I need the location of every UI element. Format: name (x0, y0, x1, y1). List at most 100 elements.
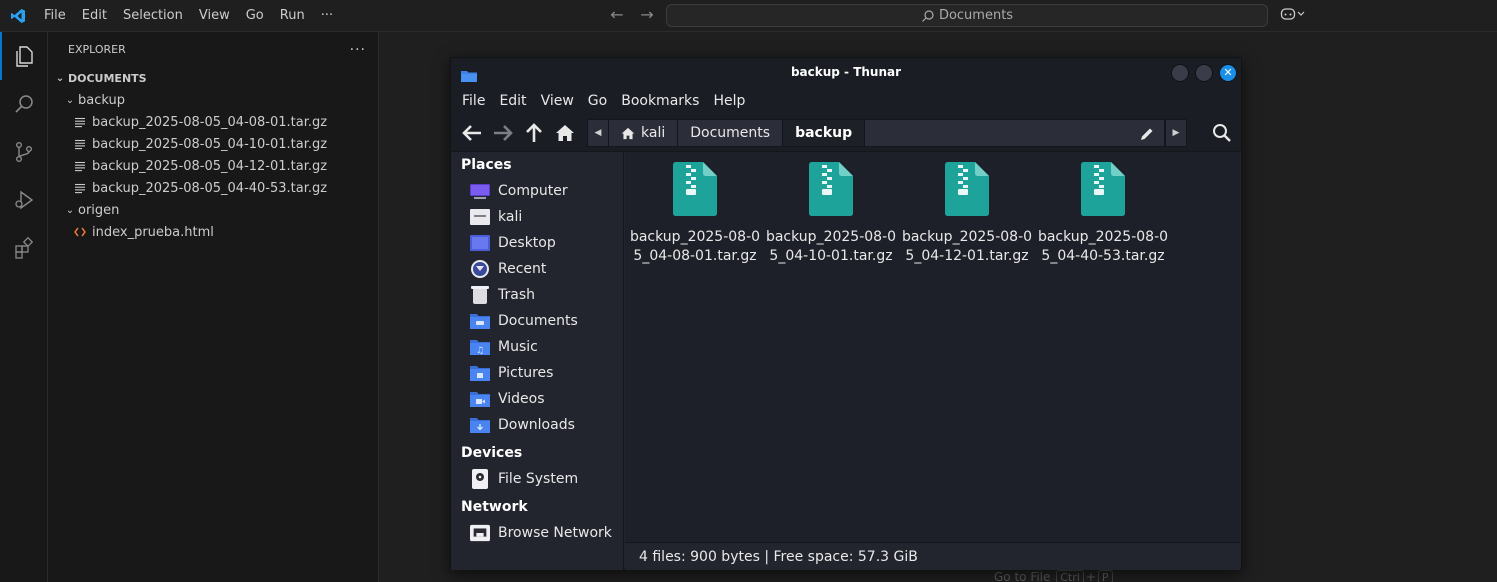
place-label: Documents (498, 313, 578, 329)
thunar-toolbar: ◀ kali Documents backup ▶ (451, 114, 1241, 152)
command-center-label: Documents (938, 8, 1014, 23)
thunar-menu-file[interactable]: File (455, 93, 492, 109)
extensions-icon[interactable] (0, 224, 48, 272)
file-lines-icon (72, 161, 88, 172)
close-button[interactable]: ✕ (1219, 64, 1237, 82)
file-view[interactable]: backup_2025-08-05_04-08-01.tar.gz backup_… (625, 152, 1240, 542)
place-item-browse-network[interactable]: Browse Network (451, 520, 623, 546)
forward-button[interactable] (490, 120, 516, 146)
back-arrow-icon[interactable]: ← (606, 4, 628, 26)
place-item-documents[interactable]: Documents (451, 308, 623, 334)
menu-file[interactable]: File (36, 5, 74, 27)
maximize-button[interactable] (1195, 64, 1213, 82)
tree-item-label: backup_2025-08-05_04-40-53.tar.gz (92, 180, 328, 196)
tree-file[interactable]: backup_2025-08-05_04-08-01.tar.gz (48, 111, 378, 133)
archive-file-icon (945, 162, 989, 216)
file-name: backup_2025-08-05_04-08-01.tar.gz (629, 229, 761, 264)
path-scroll-right-icon[interactable]: ▶ (1165, 119, 1187, 147)
tree-folder[interactable]: ⌄ backup (48, 89, 378, 111)
archive-file-icon (673, 162, 717, 216)
file-item[interactable]: backup_2025-08-05_04-08-01.tar.gz (628, 162, 762, 266)
path-scroll-left-icon[interactable]: ◀ (587, 119, 609, 147)
thunar-menu-help[interactable]: Help (706, 93, 752, 109)
place-label: kali (498, 209, 523, 225)
place-label: Trash (498, 287, 535, 303)
copilot-icon[interactable] (1280, 6, 1306, 26)
command-center[interactable]: Documents (666, 4, 1268, 27)
tree-file[interactable]: index_prueba.html (48, 221, 378, 243)
file-name: backup_2025-08-05_04-10-01.tar.gz (765, 229, 897, 264)
menu-edit[interactable]: Edit (74, 5, 115, 27)
pictures-folder-icon (470, 363, 490, 383)
tree-file[interactable]: backup_2025-08-05_04-12-01.tar.gz (48, 155, 378, 177)
workspace-section[interactable]: ⌄ DOCUMENTS (48, 67, 378, 89)
file-item[interactable]: backup_2025-08-05_04-12-01.tar.gz (900, 162, 1034, 266)
place-item-file-system[interactable]: File System (451, 466, 623, 492)
downloads-folder-icon (470, 415, 490, 435)
explorer-icon[interactable] (0, 32, 48, 80)
place-item-kali[interactable]: kali (451, 204, 623, 230)
menu-more[interactable]: ··· (313, 5, 341, 27)
file-item[interactable]: backup_2025-08-05_04-40-53.tar.gz (1036, 162, 1170, 266)
place-item-music[interactable]: ♫ Music (451, 334, 623, 360)
place-label: Pictures (498, 365, 554, 381)
search-view-icon[interactable] (0, 80, 48, 128)
tree-item-label: origen (78, 202, 120, 218)
place-item-desktop[interactable]: Desktop (451, 230, 623, 256)
place-label: Recent (498, 261, 547, 277)
tree-folder[interactable]: ⌄ origen (48, 199, 378, 221)
menu-go[interactable]: Go (238, 5, 272, 27)
place-label: Desktop (498, 235, 556, 251)
explorer-more-button[interactable]: ··· (350, 42, 366, 58)
places-heading: Places (461, 157, 512, 173)
thunar-title: backup - Thunar (790, 65, 902, 79)
place-item-pictures[interactable]: Pictures (451, 360, 623, 386)
tree-file[interactable]: backup_2025-08-05_04-10-01.tar.gz (48, 133, 378, 155)
thunar-titlebar[interactable]: backup - Thunar ✕ (451, 58, 1241, 88)
svg-text:♫: ♫ (476, 346, 484, 355)
thunar-window: backup - Thunar ✕ File Edit View Go Book… (450, 57, 1242, 570)
forward-arrow-icon[interactable]: → (636, 4, 658, 26)
pencil-icon[interactable] (1140, 126, 1154, 145)
goto-file-label: Go to File (994, 570, 1051, 582)
minimize-button[interactable] (1171, 64, 1189, 82)
thunar-menu-edit[interactable]: Edit (492, 93, 533, 109)
status-bar: 4 files: 900 bytes | Free space: 57.3 Gi… (625, 542, 1240, 570)
thunar-menubar: File Edit View Go Bookmarks Help (451, 88, 1241, 114)
menu-run[interactable]: Run (272, 5, 313, 27)
desktop-icon (470, 233, 490, 253)
place-item-videos[interactable]: Videos (451, 386, 623, 412)
crumb-backup[interactable]: backup (783, 119, 866, 147)
chevron-down-icon: ⌄ (55, 72, 65, 84)
thunar-menu-view[interactable]: View (534, 93, 581, 109)
crumb-kali[interactable]: kali (609, 119, 679, 147)
file-item[interactable]: backup_2025-08-05_04-10-01.tar.gz (764, 162, 898, 266)
place-label: Downloads (498, 417, 575, 433)
back-button[interactable] (459, 120, 485, 146)
place-item-recent[interactable]: Recent (451, 256, 623, 282)
place-item-downloads[interactable]: Downloads (451, 412, 623, 438)
up-arrow-icon[interactable] (521, 120, 547, 146)
explorer-sidebar: EXPLORER ··· ⌄ DOCUMENTS ⌄ backup backup_2… (48, 32, 379, 582)
devices-heading: Devices (461, 445, 523, 461)
crumb-documents[interactable]: Documents (678, 119, 784, 147)
file-name: backup_2025-08-05_04-12-01.tar.gz (901, 229, 1033, 264)
search-icon (922, 9, 934, 22)
thunar-menu-go[interactable]: Go (581, 93, 614, 109)
place-item-trash[interactable]: Trash (451, 282, 623, 308)
place-label: File System (498, 471, 579, 487)
source-control-icon[interactable] (0, 128, 48, 176)
menu-view[interactable]: View (191, 5, 238, 27)
home-icon[interactable] (552, 120, 578, 146)
tree-file[interactable]: backup_2025-08-05_04-40-53.tar.gz (48, 177, 378, 199)
drive-icon (470, 469, 490, 489)
search-button[interactable] (1209, 120, 1235, 146)
thunar-menu-bookmarks[interactable]: Bookmarks (614, 93, 706, 109)
place-item-computer[interactable]: Computer (451, 178, 623, 204)
run-debug-icon[interactable] (0, 176, 48, 224)
path-bar-fill[interactable] (865, 119, 1165, 147)
network-icon (470, 523, 490, 543)
tree-item-label: backup (78, 92, 125, 108)
menu-selection[interactable]: Selection (115, 5, 191, 27)
documents-folder-icon (470, 311, 490, 331)
